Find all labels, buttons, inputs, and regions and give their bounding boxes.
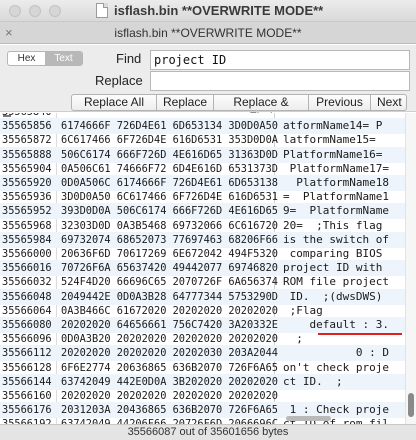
- close-window-button[interactable]: [9, 5, 21, 17]
- find-input[interactable]: project ID: [150, 50, 410, 70]
- previous-button[interactable]: Previous: [308, 94, 371, 111]
- tab-bar: × isflash.bin **OVERWRITE MODE**: [0, 22, 416, 44]
- replace-and-find-button[interactable]: Replace & Find: [213, 94, 309, 124]
- find-replace-panel: Hex Text Find project ID Replace Replace…: [0, 45, 416, 124]
- row-address: 35566192: [2, 416, 55, 424]
- replace-label: Replace: [95, 73, 143, 88]
- document-icon: [96, 3, 108, 18]
- minimize-window-button[interactable]: [29, 5, 41, 17]
- replace-button[interactable]: Replace: [156, 94, 214, 111]
- vertical-scrollbar[interactable]: [405, 113, 416, 424]
- hex-editor[interactable]: 35565840355658566174666F 726D4E61 6D6531…: [0, 113, 416, 424]
- ascii-horizontal-scrollbar[interactable]: [276, 414, 404, 423]
- find-label: Find: [116, 51, 142, 66]
- selection-underline: [318, 333, 402, 335]
- window-title: isflash.bin **OVERWRITE MODE**: [114, 3, 324, 18]
- find-buttons: Replace All Replace Replace & Find Previ…: [71, 94, 407, 124]
- zoom-window-button[interactable]: [49, 5, 61, 17]
- row-hex-bytes[interactable]: 63742049 44206F66 20726F6D 2066696C: [61, 416, 278, 424]
- horizontal-scroll-thumb[interactable]: [286, 416, 331, 421]
- replace-all-button[interactable]: Replace All: [71, 94, 157, 111]
- status-bar: 35566087 out of 35601656 bytes: [0, 424, 416, 440]
- mode-hex-button[interactable]: Hex: [8, 52, 45, 65]
- next-button[interactable]: Next: [370, 94, 407, 111]
- hex-text-mode-toggle[interactable]: Hex Text: [7, 51, 83, 66]
- title-bar: isflash.bin **OVERWRITE MODE**: [0, 0, 416, 22]
- replace-input[interactable]: [150, 71, 410, 91]
- tab-title[interactable]: isflash.bin **OVERWRITE MODE**: [0, 26, 416, 40]
- vertical-scroll-thumb[interactable]: [408, 393, 414, 417]
- mode-text-button[interactable]: Text: [45, 52, 82, 65]
